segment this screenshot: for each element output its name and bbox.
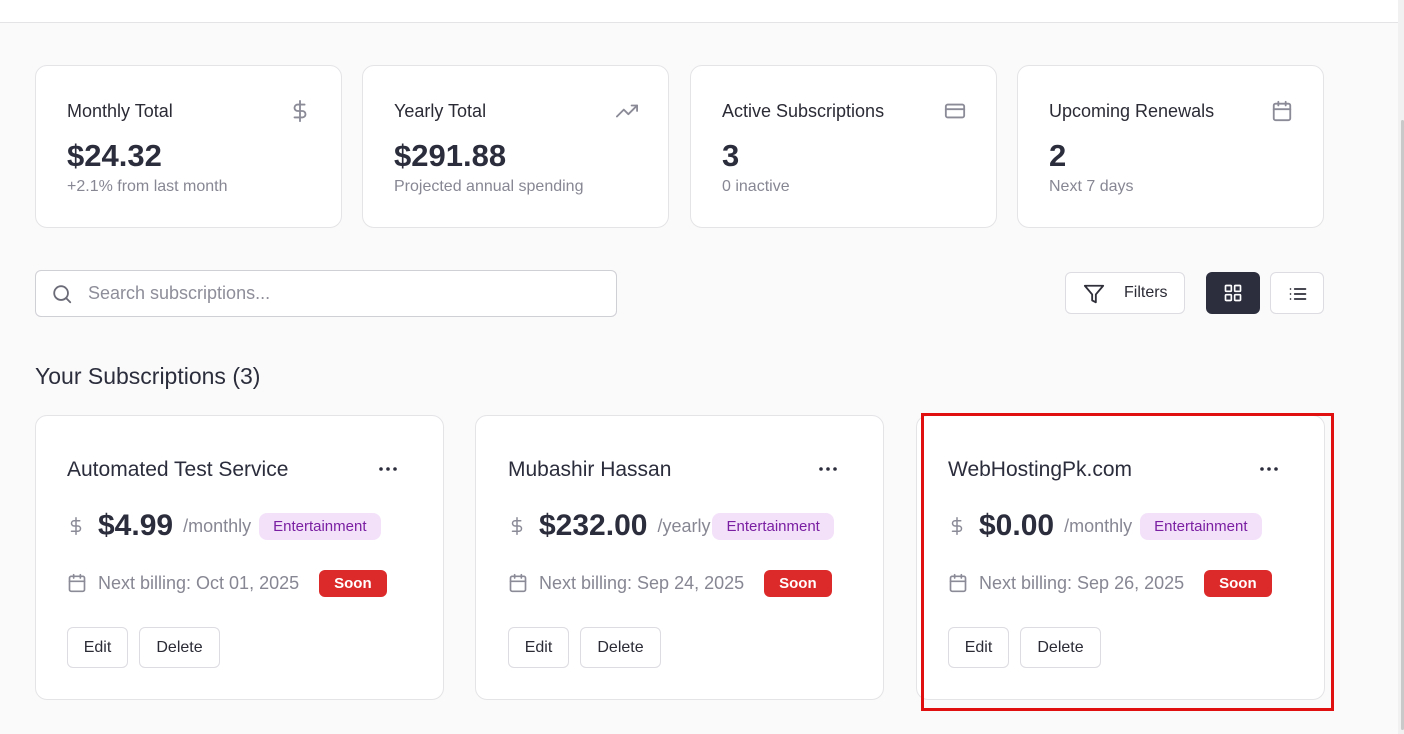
billing-period: /monthly	[1064, 515, 1133, 536]
stat-label: Monthly Total	[67, 101, 173, 121]
trending-up-icon	[616, 104, 638, 118]
stat-label: Upcoming Renewals	[1049, 101, 1215, 121]
search-icon	[53, 285, 72, 304]
calendar-icon	[949, 573, 967, 593]
category-badge: Entertainment	[259, 512, 381, 540]
dollar-icon	[951, 517, 963, 535]
stat-card-upcoming-renewals: Upcoming Renewals 2 Next 7 days	[1017, 65, 1324, 228]
search-box	[35, 270, 617, 317]
subscription-price: $0.00	[979, 509, 1055, 542]
grid-icon	[1224, 284, 1242, 302]
status-badge: Soon	[764, 569, 832, 597]
price-row: $0.00 /monthly Entertainment	[948, 508, 1262, 544]
section-title: Your Subscriptions (3)	[35, 363, 261, 389]
stat-label: Yearly Total	[394, 101, 487, 121]
filters-label: Filters	[1124, 284, 1168, 301]
price-row: $4.99 /monthly Entertainment	[67, 508, 381, 544]
subscription-name: Mubashir Hassan	[508, 458, 672, 481]
stat-card-active-subscriptions: Active Subscriptions 3 0 inactive	[690, 65, 997, 228]
search-input[interactable]	[88, 271, 598, 316]
price-row: $232.00 /yearly Entertainment	[508, 508, 834, 544]
delete-button[interactable]: Delete	[139, 627, 220, 668]
top-bar	[0, 0, 1398, 23]
edit-button[interactable]: Edit	[508, 627, 569, 668]
stat-subtext: +2.1% from last month	[67, 178, 228, 195]
status-badge: Soon	[1204, 569, 1272, 597]
more-options-icon[interactable]	[816, 457, 840, 481]
credit-card-icon	[944, 103, 966, 119]
stat-value: $24.32	[67, 138, 162, 173]
edit-button[interactable]: Edit	[948, 627, 1009, 668]
stat-value: $291.88	[394, 138, 507, 173]
dollar-icon	[511, 517, 523, 535]
stat-value: 3	[722, 138, 740, 173]
filter-icon	[1083, 284, 1105, 304]
scrollbar[interactable]	[1398, 0, 1404, 734]
calendar-icon	[68, 573, 86, 593]
next-billing-date: Next billing: Oct 01, 2025	[98, 572, 300, 593]
delete-button[interactable]: Delete	[1020, 627, 1101, 668]
billing-row: Next billing: Sep 26, 2025 Soon	[948, 568, 1272, 598]
dollar-icon	[293, 100, 307, 122]
billing-period: /yearly	[657, 515, 711, 536]
stat-label: Active Subscriptions	[722, 101, 885, 121]
list-icon	[1289, 288, 1307, 300]
stat-card-monthly-total: Monthly Total $24.32 +2.1% from last mon…	[35, 65, 342, 228]
status-badge: Soon	[319, 569, 387, 597]
subscription-price: $232.00	[539, 509, 648, 542]
edit-button[interactable]: Edit	[67, 627, 128, 668]
grid-view-button[interactable]	[1206, 272, 1260, 314]
more-options-icon[interactable]	[376, 457, 400, 481]
filters-button[interactable]: Filters	[1065, 272, 1185, 314]
billing-row: Next billing: Sep 24, 2025 Soon	[508, 568, 832, 598]
delete-button[interactable]: Delete	[580, 627, 661, 668]
category-badge: Entertainment	[712, 512, 834, 540]
subscription-card: Automated Test Service $4.99 /monthly En…	[35, 415, 444, 700]
category-badge: Entertainment	[1140, 512, 1262, 540]
subscription-name: Automated Test Service	[67, 458, 289, 481]
subscription-name: WebHostingPk.com	[948, 458, 1133, 481]
stat-card-yearly-total: Yearly Total $291.88 Projected annual sp…	[362, 65, 669, 228]
billing-row: Next billing: Oct 01, 2025 Soon	[67, 568, 387, 598]
stat-subtext: Projected annual spending	[394, 178, 584, 195]
stat-subtext: 0 inactive	[722, 178, 790, 195]
stat-value: 2	[1049, 138, 1067, 173]
list-view-button[interactable]	[1270, 272, 1324, 314]
billing-period: /monthly	[183, 515, 252, 536]
calendar-icon	[1272, 100, 1292, 122]
more-options-icon[interactable]	[1257, 457, 1281, 481]
next-billing-date: Next billing: Sep 24, 2025	[539, 572, 745, 593]
stat-subtext: Next 7 days	[1049, 178, 1134, 195]
next-billing-date: Next billing: Sep 26, 2025	[979, 572, 1185, 593]
subscription-card: WebHostingPk.com $0.00 /monthly Entertai…	[916, 415, 1325, 700]
subscription-card: Mubashir Hassan $232.00 /yearly Entertai…	[475, 415, 884, 700]
dollar-icon	[70, 517, 82, 535]
subscription-price: $4.99	[98, 509, 174, 542]
calendar-icon	[509, 573, 527, 593]
